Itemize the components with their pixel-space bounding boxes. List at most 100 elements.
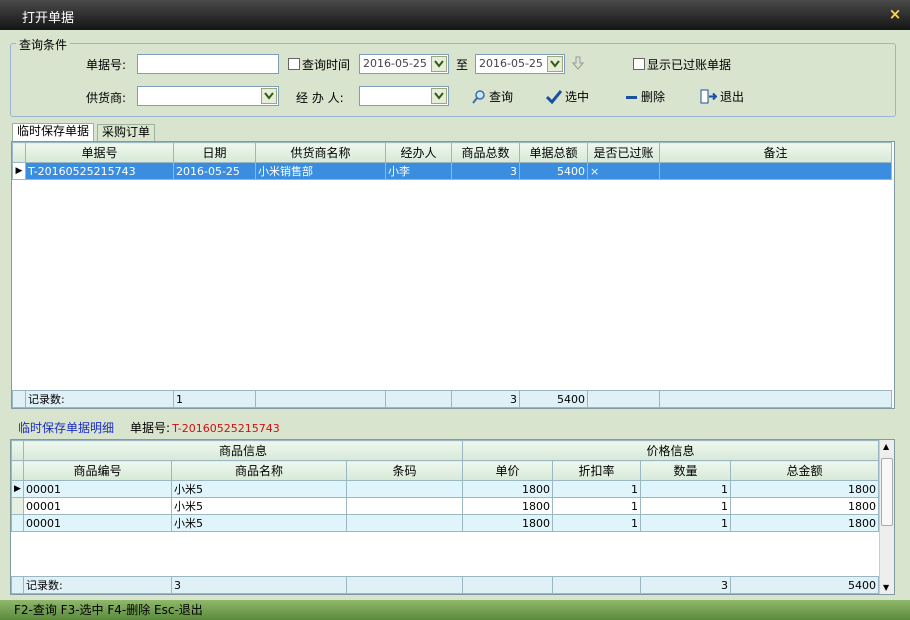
col-header[interactable]: 单价: [462, 460, 553, 481]
cell[interactable]: 小米5: [171, 480, 347, 498]
cell[interactable]: 00001: [23, 514, 172, 532]
chevron-down-icon[interactable]: [547, 56, 563, 72]
detail-bill-no: T-20160525215743: [172, 422, 280, 435]
search-icon: [472, 89, 485, 104]
date-from-picker[interactable]: 2016-05-25: [359, 54, 449, 74]
title-bar: 打开单据 ×: [0, 0, 910, 30]
date-to-value: 2016-05-25: [479, 57, 543, 70]
window-title: 打开单据: [22, 11, 75, 26]
row-pointer-icon: ▶: [11, 480, 24, 498]
cell[interactable]: 1: [552, 480, 641, 498]
cell[interactable]: 1800: [462, 497, 553, 515]
exit-button-label: 退出: [720, 90, 745, 104]
cell[interactable]: 1800: [462, 480, 553, 498]
cell[interactable]: [346, 497, 463, 515]
table-row[interactable]: ▶ T-20160525215743 2016-05-25 小米销售部 小李 3…: [12, 162, 892, 180]
tab-temp-saved[interactable]: 临时保存单据: [12, 123, 95, 141]
cell[interactable]: 小米5: [171, 497, 347, 515]
detail-title: 临时保存单据明细 单据号: T-20160525215743: [18, 419, 280, 436]
col-header[interactable]: 折扣率: [552, 460, 641, 481]
supplier-select[interactable]: [137, 86, 279, 106]
col-header[interactable]: 备注: [659, 142, 892, 163]
handler-select[interactable]: [359, 86, 449, 106]
col-header[interactable]: 商品编号: [23, 460, 172, 481]
delete-button-label: 删除: [641, 90, 666, 104]
group-header: 商品信息: [23, 440, 463, 461]
cell[interactable]: 3: [451, 162, 520, 180]
chevron-down-icon[interactable]: [261, 88, 277, 104]
col-header[interactable]: 单据号: [25, 142, 174, 163]
cell[interactable]: 1: [552, 514, 641, 532]
record-count: 3: [171, 576, 347, 594]
tab-purchase-order[interactable]: 采购订单: [97, 124, 156, 141]
search-button[interactable]: 查询: [472, 88, 513, 105]
bill-no-input[interactable]: [137, 54, 279, 74]
scroll-down-icon[interactable]: ▼: [883, 583, 889, 592]
col-header[interactable]: 经办人: [385, 142, 452, 163]
footer-row: 记录数: 1 3 5400: [12, 390, 892, 408]
record-count-label: 记录数:: [23, 576, 172, 594]
cell[interactable]: ×: [587, 162, 660, 180]
cell[interactable]: 小李: [385, 162, 452, 180]
cell[interactable]: T-20160525215743: [25, 162, 174, 180]
cell[interactable]: 小米销售部: [255, 162, 386, 180]
col-header[interactable]: 单据总额: [519, 142, 588, 163]
cell[interactable]: 小米5: [171, 514, 347, 532]
cell[interactable]: 1: [640, 480, 731, 498]
query-time-checkbox[interactable]: [288, 58, 300, 70]
show-posted-label: 显示已过账单据: [647, 58, 732, 72]
cell[interactable]: 1: [640, 514, 731, 532]
show-posted-checkbox[interactable]: [633, 58, 645, 70]
chevron-down-icon[interactable]: [431, 88, 447, 104]
query-group-title: 查询条件: [16, 36, 71, 53]
status-bar: F2-查询 F3-选中 F4-删除 Esc-退出: [0, 600, 910, 620]
col-header[interactable]: 商品名称: [171, 460, 347, 481]
cell[interactable]: 2016-05-25: [173, 162, 256, 180]
scroll-thumb[interactable]: [881, 458, 893, 526]
cell[interactable]: 1: [552, 497, 641, 515]
group-header: 价格信息: [462, 440, 879, 461]
header-indicator: [12, 142, 26, 163]
cell[interactable]: 1800: [730, 480, 879, 498]
col-header[interactable]: 商品总数: [451, 142, 520, 163]
col-header[interactable]: 数量: [640, 460, 731, 481]
bill-no-label: 单据号:: [86, 58, 127, 72]
col-header[interactable]: 总金额: [730, 460, 879, 481]
table-row[interactable]: 00001 小米5 1800 1 1 1800: [11, 514, 879, 532]
cell[interactable]: [346, 480, 463, 498]
supplier-label: 供货商:: [86, 91, 127, 105]
cell[interactable]: 00001: [23, 497, 172, 515]
row-pointer-icon: ▶: [12, 162, 26, 180]
close-button[interactable]: ×: [886, 5, 904, 23]
cell[interactable]: 1: [640, 497, 731, 515]
cell[interactable]: 1800: [730, 497, 879, 515]
cell[interactable]: [346, 514, 463, 532]
cell[interactable]: [659, 162, 892, 180]
header-indicator: [11, 440, 24, 461]
chevron-down-icon[interactable]: [431, 56, 447, 72]
vertical-scrollbar[interactable]: ▲ ▼: [879, 440, 894, 594]
checkmark-icon: [546, 89, 562, 104]
col-header[interactable]: 日期: [173, 142, 256, 163]
select-button-label: 选中: [565, 90, 590, 104]
scroll-up-icon[interactable]: ▲: [883, 442, 889, 451]
row-indicator: [11, 497, 24, 515]
row-indicator: [11, 514, 24, 532]
record-count: 1: [173, 390, 256, 408]
cell[interactable]: 1800: [730, 514, 879, 532]
exit-button[interactable]: 退出: [700, 88, 744, 105]
cell[interactable]: 5400: [519, 162, 588, 180]
col-header[interactable]: 条码: [346, 460, 463, 481]
cell[interactable]: 1800: [462, 514, 553, 532]
table-row[interactable]: 00001 小米5 1800 1 1 1800: [11, 497, 879, 515]
col-header[interactable]: 供货商名称: [255, 142, 386, 163]
footer-row: 记录数: 3 3 5400: [11, 576, 879, 594]
table-row[interactable]: ▶ 00001 小米5 1800 1 1 1800: [11, 480, 879, 498]
col-header[interactable]: 是否已过账: [587, 142, 660, 163]
delete-button[interactable]: 删除: [626, 88, 665, 105]
arrow-down-icon[interactable]: [571, 56, 585, 73]
status-text: F2-查询 F3-选中 F4-删除 Esc-退出: [14, 603, 203, 617]
date-to-picker[interactable]: 2016-05-25: [475, 54, 565, 74]
select-button[interactable]: 选中: [546, 88, 589, 105]
cell[interactable]: 00001: [23, 480, 172, 498]
